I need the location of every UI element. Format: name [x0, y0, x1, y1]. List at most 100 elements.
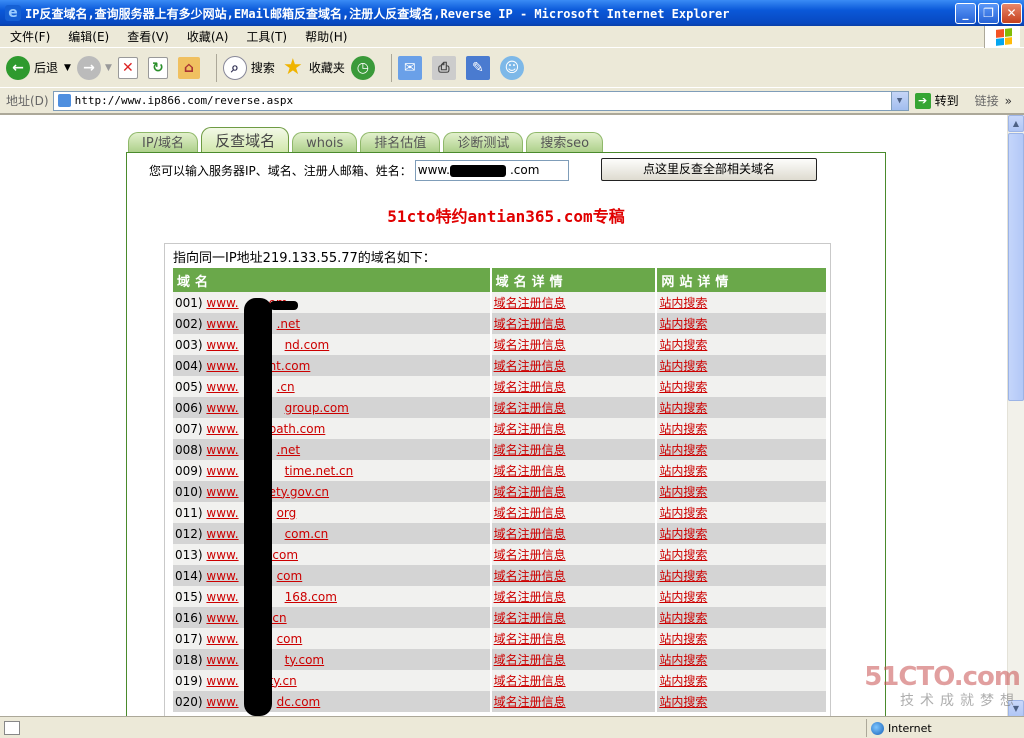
domain-details-cell: 域名注册信息 [490, 292, 658, 313]
domain-registration-link[interactable]: 域名注册信息 [494, 548, 566, 562]
domain-registration-link[interactable]: 域名注册信息 [494, 653, 566, 667]
site-search-link[interactable]: 站内搜索 [659, 506, 707, 520]
domain-registration-link[interactable]: 域名注册信息 [494, 422, 566, 436]
vertical-scrollbar[interactable]: ▲ ▼ [1007, 115, 1024, 716]
toolbar-separator [390, 53, 392, 82]
domain-link[interactable]: www. time.net.cn [206, 464, 353, 478]
domain-registration-link[interactable]: 域名注册信息 [494, 317, 566, 331]
scroll-up-icon[interactable]: ▲ [1008, 115, 1024, 132]
favorites-button[interactable]: ★ 收藏夹 [281, 55, 345, 80]
site-search-link[interactable]: 站内搜索 [659, 422, 707, 436]
tab-diagnostics[interactable]: 诊断测试 [443, 132, 524, 154]
domain-registration-link[interactable]: 域名注册信息 [494, 506, 566, 520]
column-header-domain: 域名 [173, 268, 492, 292]
stop-button[interactable]: ✕ [117, 56, 142, 79]
tab-ip-domain[interactable]: IP/域名 [128, 132, 199, 154]
site-search-link[interactable]: 站内搜索 [659, 380, 707, 394]
domain-cell: 007) www. path.com [173, 418, 492, 439]
domain-registration-link[interactable]: 域名注册信息 [494, 611, 566, 625]
minimize-button[interactable]: _ [955, 3, 976, 24]
domain-registration-link[interactable]: 域名注册信息 [494, 527, 566, 541]
forward-dropdown-icon[interactable]: ▼ [105, 63, 112, 73]
site-search-link[interactable]: 站内搜索 [659, 296, 707, 310]
back-dropdown-icon[interactable]: ▼ [64, 63, 71, 73]
tab-whois[interactable]: whois [292, 132, 358, 154]
go-label: 转到 [934, 94, 959, 108]
menu-favorites[interactable]: 收藏(A) [187, 28, 229, 45]
site-search-link[interactable]: 站内搜索 [659, 527, 707, 541]
site-search-link[interactable]: 站内搜索 [659, 695, 707, 709]
address-dropdown-icon[interactable]: ▼ [890, 91, 908, 110]
address-input[interactable]: http://www.ip866.com/reverse.aspx ▼ [52, 90, 909, 111]
domain-details-cell: 域名注册信息 [490, 397, 658, 418]
search-button[interactable]: ⌕ 搜索 [222, 55, 275, 80]
links-button[interactable]: 链接 [975, 92, 999, 109]
refresh-button[interactable]: ↻ [147, 56, 172, 79]
chevron-icon[interactable]: » [1005, 94, 1012, 108]
column-header-site-details: 网站详情 [656, 268, 828, 292]
tab-rank-value[interactable]: 排名估值 [360, 132, 441, 154]
domain-details-cell: 域名注册信息 [490, 544, 658, 565]
edit-button[interactable]: ✎ [465, 55, 494, 80]
domain-details-cell: 域名注册信息 [490, 523, 658, 544]
site-search-link[interactable]: 站内搜索 [659, 674, 707, 688]
scroll-thumb[interactable] [1008, 133, 1024, 401]
domain-registration-link[interactable]: 域名注册信息 [494, 464, 566, 478]
scroll-down-icon[interactable]: ▼ [1008, 700, 1024, 716]
site-search-link[interactable]: 站内搜索 [659, 569, 707, 583]
site-search-link[interactable]: 站内搜索 [659, 590, 707, 604]
domain-registration-link[interactable]: 域名注册信息 [494, 443, 566, 457]
forward-button[interactable]: → ▼ [76, 55, 112, 80]
site-details-cell: 站内搜索 [656, 523, 828, 544]
domain-registration-link[interactable]: 域名注册信息 [494, 569, 566, 583]
domain-registration-link[interactable]: 域名注册信息 [494, 359, 566, 373]
back-arrow-icon: ← [6, 55, 30, 80]
search-input[interactable]: www. .com [414, 160, 569, 181]
domain-details-cell: 域名注册信息 [490, 628, 658, 649]
messenger-button[interactable]: ☺ [499, 55, 528, 80]
back-button[interactable]: ← 后退 ▼ [6, 55, 71, 80]
mail-button[interactable]: ✉ [397, 55, 426, 80]
site-search-link[interactable]: 站内搜索 [659, 464, 707, 478]
site-search-link[interactable]: 站内搜索 [659, 401, 707, 415]
menu-edit[interactable]: 编辑(E) [68, 28, 109, 45]
stop-icon: ✕ [117, 56, 138, 79]
domain-registration-link[interactable]: 域名注册信息 [494, 485, 566, 499]
site-search-link[interactable]: 站内搜索 [659, 359, 707, 373]
domain-registration-link[interactable]: 域名注册信息 [494, 338, 566, 352]
print-button[interactable]: ⎙ [431, 55, 460, 80]
domain-registration-link[interactable]: 域名注册信息 [494, 674, 566, 688]
go-arrow-icon: ➔ [914, 92, 931, 109]
close-button[interactable]: ✕ [1001, 3, 1022, 24]
tab-reverse-domain[interactable]: 反查域名 [201, 127, 290, 154]
domain-registration-link[interactable]: 域名注册信息 [494, 401, 566, 415]
domain-registration-link[interactable]: 域名注册信息 [494, 590, 566, 604]
menu-file[interactable]: 文件(F) [10, 28, 50, 45]
site-search-link[interactable]: 站内搜索 [659, 485, 707, 499]
site-search-link[interactable]: 站内搜索 [659, 548, 707, 562]
domain-registration-link[interactable]: 域名注册信息 [494, 296, 566, 310]
home-button[interactable]: ⌂ [177, 56, 204, 79]
reverse-lookup-button[interactable]: 点这里反查全部相关域名 [601, 158, 817, 181]
maximize-button[interactable]: ❐ [978, 3, 999, 24]
site-search-link[interactable]: 站内搜索 [659, 317, 707, 331]
menu-help[interactable]: 帮助(H) [305, 28, 347, 45]
site-details-cell: 站内搜索 [656, 670, 828, 691]
domain-link[interactable]: www. group.com [206, 401, 348, 415]
menu-tools[interactable]: 工具(T) [246, 28, 287, 45]
edit-icon: ✎ [465, 55, 490, 80]
domain-details-cell: 域名注册信息 [490, 481, 658, 502]
menu-view[interactable]: 查看(V) [127, 28, 169, 45]
site-search-link[interactable]: 站内搜索 [659, 611, 707, 625]
history-button[interactable]: ◷ [350, 55, 379, 80]
domain-registration-link[interactable]: 域名注册信息 [494, 380, 566, 394]
domain-registration-link[interactable]: 域名注册信息 [494, 632, 566, 646]
site-search-link[interactable]: 站内搜索 [659, 653, 707, 667]
domain-cell: 009) www. time.net.cn [173, 460, 492, 481]
tab-search-seo[interactable]: 搜索seo [526, 132, 604, 154]
site-search-link[interactable]: 站内搜索 [659, 632, 707, 646]
go-button[interactable]: ➔ 转到 [914, 92, 959, 109]
site-search-link[interactable]: 站内搜索 [659, 338, 707, 352]
site-search-link[interactable]: 站内搜索 [659, 443, 707, 457]
domain-registration-link[interactable]: 域名注册信息 [494, 695, 566, 709]
